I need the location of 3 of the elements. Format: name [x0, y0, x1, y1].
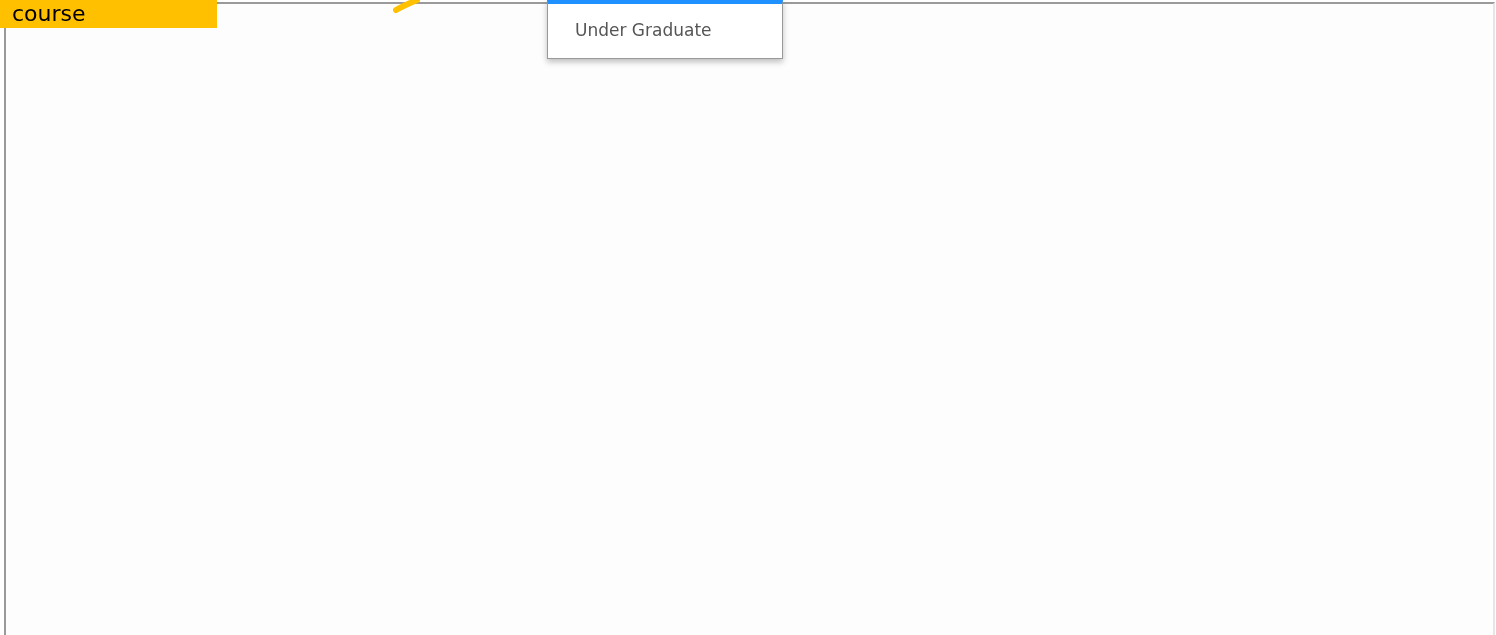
annotation-line — [393, 0, 421, 14]
callout-label: course — [0, 0, 217, 28]
dropdown-option[interactable]: Under Graduate — [548, 4, 782, 58]
